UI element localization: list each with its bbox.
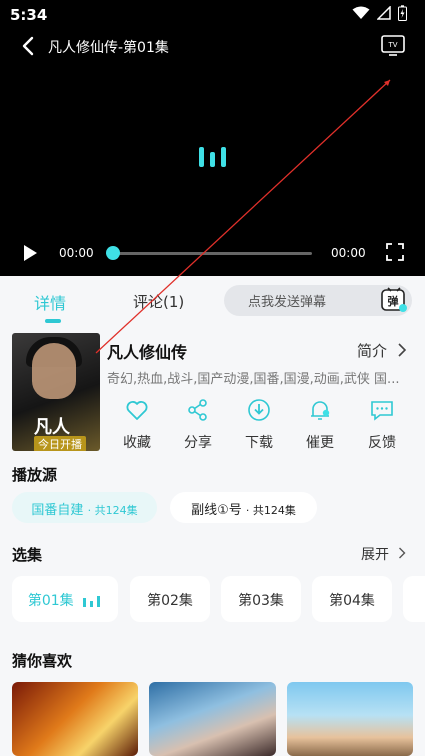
episode-item[interactable]: 第03集 <box>221 576 301 622</box>
danmu-placeholder: 点我发送弹幕 <box>248 295 327 310</box>
player-top-bar: 凡人修仙传-第01集 TV <box>0 30 425 64</box>
share-button[interactable]: 分享 <box>176 398 220 452</box>
player-controls: 00:00 00:00 <box>0 238 425 268</box>
intro-link[interactable]: 简介 <box>357 340 387 361</box>
recommend-thumb[interactable] <box>287 682 413 756</box>
back-arrow-icon[interactable] <box>18 35 40 57</box>
current-time: 00:00 <box>59 246 94 260</box>
episode-title: 凡人修仙传-第01集 <box>48 40 169 56</box>
episode-section-title: 选集 <box>12 546 43 564</box>
favorite-label: 收藏 <box>123 435 151 451</box>
show-poster[interactable]: 凡人 今日开播 <box>12 333 100 451</box>
feedback-icon <box>371 401 393 421</box>
show-title: 凡人修仙传 <box>107 343 188 362</box>
tv-cast-icon[interactable]: TV <box>381 34 405 56</box>
episode-item[interactable]: 第02集 <box>130 576 210 622</box>
source-option-1[interactable]: 国番自建 · 共124集 <box>12 492 157 523</box>
play-icon[interactable] <box>22 244 38 262</box>
episode-item[interactable] <box>403 576 425 622</box>
remind-update-button[interactable]: 催更 <box>298 398 342 452</box>
chevron-right-icon[interactable] <box>397 343 407 357</box>
poster-badge: 今日开播 <box>34 436 86 451</box>
fullscreen-icon[interactable] <box>386 243 404 261</box>
show-tags: 奇幻,热血,战斗,国产动漫,国番,国漫,动画,武侠 国... <box>107 372 400 387</box>
episode-item[interactable]: 第04集 <box>312 576 392 622</box>
feedback-button[interactable]: 反馈 <box>360 398 404 452</box>
danmu-toggle-icon[interactable]: 弹 <box>381 287 407 313</box>
chevron-right-icon[interactable] <box>398 547 406 559</box>
recommend-section-title: 猜你喜欢 <box>12 652 73 670</box>
danmu-button-label: 弹 <box>388 294 399 308</box>
heart-icon <box>126 401 148 420</box>
recommend-thumb[interactable] <box>149 682 276 756</box>
remind-label: 催更 <box>306 435 334 451</box>
progress-track[interactable] <box>112 252 312 255</box>
duration-time: 00:00 <box>331 246 366 260</box>
playing-bars-icon <box>83 596 101 607</box>
status-time: 5:34 <box>10 6 48 24</box>
status-bar: 5:34 <box>0 0 425 30</box>
signal-icon <box>377 6 391 20</box>
progress-thumb[interactable] <box>106 246 120 260</box>
active-tab-indicator <box>45 319 61 323</box>
download-label: 下载 <box>245 435 273 451</box>
expand-episodes[interactable]: 展开 <box>361 544 389 564</box>
loading-pause-icon[interactable] <box>197 143 229 169</box>
bell-icon <box>311 401 330 420</box>
source-option-2[interactable]: 副线①号 · 共124集 <box>170 492 317 523</box>
video-player[interactable]: 5:34 凡人修仙传-第01集 TV 00:00 00:00 <box>0 0 425 276</box>
detail-tabs: 详情 评论(1) 点我发送弹幕 弹 <box>0 276 425 326</box>
share-icon <box>188 399 207 421</box>
episode-item[interactable]: 第01集 <box>12 576 118 622</box>
feedback-label: 反馈 <box>368 435 396 451</box>
wifi-icon <box>352 6 370 19</box>
download-icon <box>248 399 270 421</box>
svg-text:TV: TV <box>387 41 397 49</box>
battery-icon <box>398 5 407 21</box>
detail-panel: 凡人 今日开播 凡人修仙传 简介 奇幻,热血,战斗,国产动漫,国番,国漫,动画,… <box>0 326 425 756</box>
tab-details[interactable]: 详情 <box>34 290 66 314</box>
recommend-thumb[interactable] <box>12 682 138 756</box>
favorite-button[interactable]: 收藏 <box>115 398 159 452</box>
share-label: 分享 <box>184 435 212 451</box>
tab-comments[interactable]: 评论(1) <box>133 291 184 312</box>
source-section-title: 播放源 <box>12 466 58 484</box>
download-button[interactable]: 下载 <box>237 398 281 452</box>
